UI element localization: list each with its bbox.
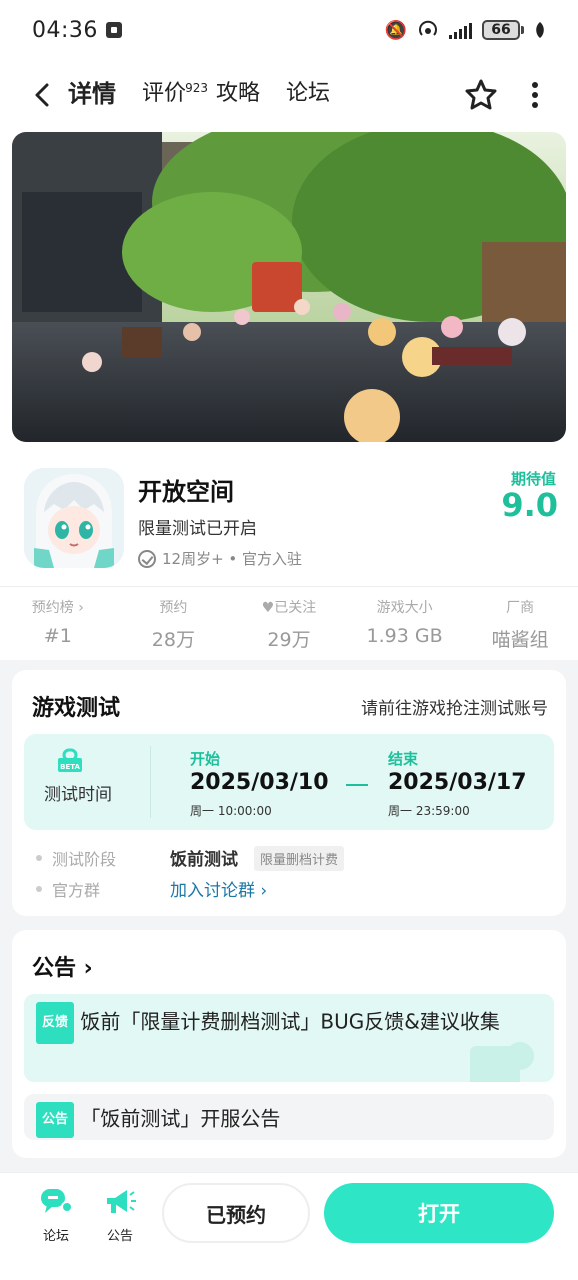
reserved-button[interactable]: 已预约 bbox=[162, 1183, 310, 1243]
app-name: 开放空间 bbox=[138, 478, 234, 506]
status-bar: 04:36 🔕 66 bbox=[0, 0, 578, 60]
battery-level: 66 bbox=[482, 20, 520, 40]
announcement-card: 公告 › 反馈 饭前「限量计费删档测试」BUG反馈&建议收集 公告 「饭前测试」… bbox=[12, 930, 566, 1158]
stat-reservations: 预约 28万 bbox=[151, 600, 195, 651]
tab-forum[interactable]: 论坛 bbox=[286, 74, 330, 114]
stat-rank[interactable]: 预约榜 › #1 bbox=[0, 587, 116, 660]
announcement-item[interactable]: 公告 「饭前测试」开服公告 bbox=[24, 1094, 554, 1140]
official-group-row: 官方群 bbox=[36, 877, 100, 901]
test-stage-value: 饭前测试 bbox=[170, 850, 238, 870]
test-title: 游戏测试 bbox=[32, 696, 121, 721]
game-test-card: 游戏测试 请前往游戏抢注测试账号 BETA 测试时间 开始 2025/03/10… bbox=[12, 670, 566, 916]
test-register-link[interactable]: 请前往游戏抢注测试账号 bbox=[361, 694, 548, 719]
expect-score: 9.0 bbox=[501, 486, 558, 524]
app-meta[interactable]: 12周岁+ • 官方入驻 bbox=[138, 548, 302, 569]
status-icons: 🔕 66 bbox=[385, 20, 546, 41]
announcement-title[interactable]: 公告 › bbox=[32, 950, 93, 982]
announcement-item[interactable]: 反馈 饭前「限量计费删档测试」BUG反馈&建议收集 bbox=[24, 994, 554, 1082]
feedback-tag: 反馈 bbox=[36, 1002, 75, 1044]
forum-chat-icon bbox=[41, 1189, 73, 1213]
notice-tag: 公告 bbox=[36, 1102, 75, 1138]
join-group-link[interactable]: 加入讨论群 › bbox=[170, 876, 267, 901]
end-date: 2025/03/17 bbox=[388, 770, 527, 795]
test-time-label: 测试时间 bbox=[44, 785, 112, 805]
hotspot-icon bbox=[419, 20, 437, 36]
hero-scene-image bbox=[12, 132, 566, 442]
tab-guides[interactable]: 攻略 bbox=[216, 74, 260, 114]
end-time: 周一 23:59:00 bbox=[388, 804, 470, 818]
hero-video[interactable] bbox=[12, 132, 566, 442]
test-time-box: BETA 测试时间 开始 2025/03/10 周一 10:00:00 结束 2… bbox=[24, 734, 554, 830]
top-nav: 详情 评价 923 攻略 论坛 bbox=[0, 60, 578, 130]
status-time: 04:36 bbox=[32, 17, 98, 43]
tab-details[interactable]: 详情 bbox=[66, 74, 118, 114]
beta-icon: BETA bbox=[58, 748, 82, 772]
verified-check-icon bbox=[138, 549, 156, 568]
leaf-icon bbox=[536, 22, 544, 38]
mute-icon: 🔕 bbox=[384, 19, 407, 41]
battery-icon: 66 bbox=[482, 20, 524, 40]
megaphone-icon bbox=[107, 1190, 136, 1213]
announcement-text: 「饭前测试」开服公告 bbox=[80, 1106, 281, 1131]
bottom-notice-button[interactable]: 公告 bbox=[98, 1187, 142, 1244]
end-label: 结束 bbox=[388, 750, 419, 768]
app-meta-text: 12周岁+ • 官方入驻 bbox=[162, 550, 303, 568]
forum-label: 论坛 bbox=[42, 1229, 69, 1244]
back-arrow-icon[interactable] bbox=[30, 82, 56, 108]
star-favorite-icon[interactable] bbox=[464, 78, 498, 112]
app-subtitle: 限量测试已开启 bbox=[138, 519, 257, 539]
test-stage-row: 测试阶段 bbox=[36, 846, 116, 870]
announcement-text: 饭前「限量计费删档测试」BUG反馈&建议收集 bbox=[80, 1009, 500, 1034]
bottom-action-bar: 论坛 公告 已预约 打开 bbox=[0, 1172, 578, 1280]
bottom-forum-button[interactable]: 论坛 bbox=[34, 1187, 78, 1244]
stat-developer[interactable]: 厂商 喵酱组 bbox=[462, 587, 578, 660]
svg-text:BETA: BETA bbox=[60, 763, 80, 771]
signal-icon bbox=[449, 21, 472, 39]
reviews-count-badge: 923 bbox=[185, 81, 209, 95]
more-options-icon[interactable] bbox=[530, 82, 540, 108]
app-icon bbox=[24, 468, 124, 568]
start-time: 周一 10:00:00 bbox=[190, 804, 272, 818]
tab-bar: 详情 评价 923 攻略 论坛 bbox=[66, 74, 356, 114]
start-date: 2025/03/10 bbox=[190, 770, 329, 795]
stat-followed[interactable]: ♥已关注 29万 bbox=[231, 587, 347, 660]
notice-label: 公告 bbox=[106, 1229, 133, 1244]
stat-size: 游戏大小 1.93 GB bbox=[366, 600, 443, 647]
app-header: 开放空间 限量测试已开启 12周岁+ • 官方入驻 期待值 9.0 bbox=[0, 460, 578, 586]
test-stage-tag: 限量删档计费 bbox=[254, 846, 345, 871]
tab-reviews[interactable]: 评价 923 bbox=[142, 74, 208, 114]
range-arrow-icon bbox=[346, 784, 368, 786]
hero-section bbox=[0, 130, 578, 460]
open-button[interactable]: 打开 bbox=[324, 1183, 554, 1243]
app-notification-icon bbox=[105, 22, 122, 38]
stats-row: 预约榜 › #1 预约 28万 ♥已关注 29万 游戏大小 1.93 GB 厂商… bbox=[0, 586, 578, 660]
start-label: 开始 bbox=[190, 750, 221, 768]
